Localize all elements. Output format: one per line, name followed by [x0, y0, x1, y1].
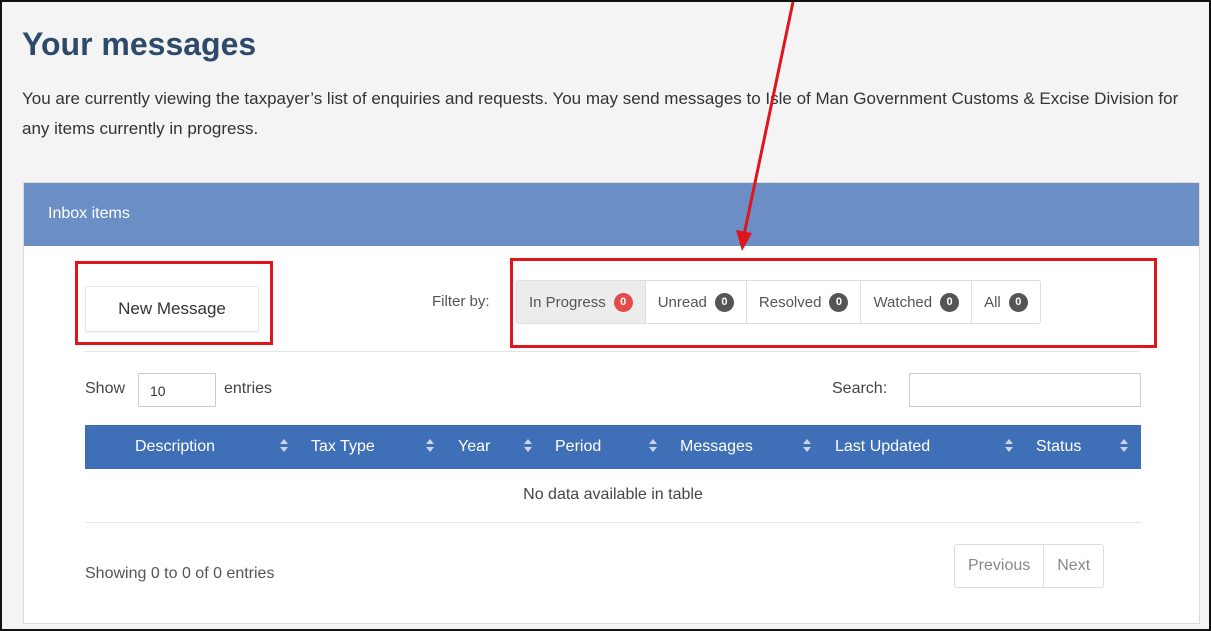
intro-text: You are currently viewing the taxpayer’s…	[22, 89, 1179, 138]
sort-icon[interactable]	[279, 436, 289, 456]
filter-label: Filter by:	[432, 293, 490, 310]
search-input[interactable]	[909, 373, 1141, 407]
column-header-period[interactable]: Period	[555, 438, 601, 456]
search-label: Search:	[832, 380, 888, 397]
highlight-box-new-message	[75, 261, 273, 345]
divider	[85, 351, 1140, 352]
empty-table-row: No data available in table	[85, 469, 1141, 523]
table-info: Showing 0 to 0 of 0 entries	[85, 565, 275, 582]
previous-button[interactable]: Previous	[955, 545, 1045, 587]
table-header: Description Tax Type Year Period Message…	[85, 425, 1141, 469]
page-length-select[interactable]: 10	[138, 373, 216, 407]
column-header-description[interactable]: Description	[135, 438, 215, 456]
panel-heading: Inbox items	[24, 183, 1199, 246]
entries-label: entries	[224, 380, 273, 397]
column-header-last-updated[interactable]: Last Updated	[835, 438, 930, 456]
sort-icon[interactable]	[648, 436, 658, 456]
sort-icon[interactable]	[802, 436, 812, 456]
screenshot-frame: Your messages You are currently viewing …	[0, 0, 1211, 631]
highlight-box-filters	[510, 258, 1157, 348]
pagination: Previous Next	[954, 544, 1105, 588]
column-header-status[interactable]: Status	[1036, 438, 1081, 456]
page-title: Your messages	[22, 26, 257, 62]
sort-icon[interactable]	[1119, 436, 1129, 456]
sort-icon[interactable]	[523, 436, 533, 456]
column-header-messages[interactable]: Messages	[680, 438, 753, 456]
column-header-tax-type[interactable]: Tax Type	[311, 438, 375, 456]
column-header-year[interactable]: Year	[458, 438, 490, 456]
show-label: Show	[85, 380, 126, 397]
next-button[interactable]: Next	[1044, 545, 1103, 587]
sort-icon[interactable]	[425, 436, 435, 456]
inbox-panel: Inbox items New Message Filter by: In Pr…	[23, 182, 1200, 624]
sort-icon[interactable]	[1004, 436, 1014, 456]
